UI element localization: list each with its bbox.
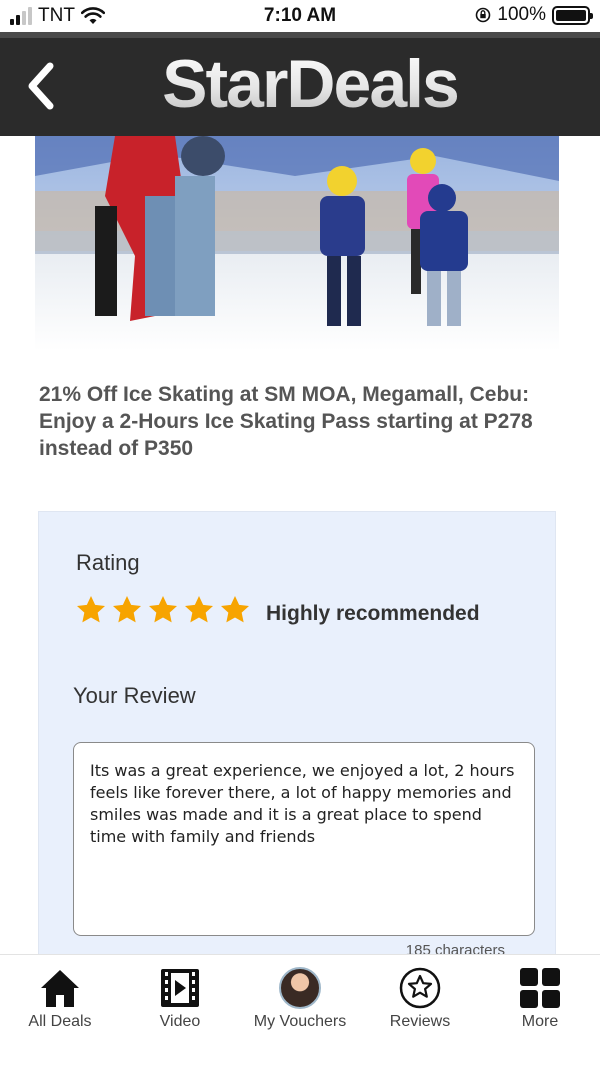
home-icon (41, 970, 79, 1007)
star-rating[interactable] (75, 594, 251, 626)
battery-percent: 100% (497, 4, 546, 25)
battery-icon (552, 5, 593, 25)
deal-image (35, 136, 559, 351)
star-icon[interactable] (75, 594, 107, 626)
chevron-left-icon (28, 62, 54, 110)
nav-label: All Deals (28, 1013, 92, 1030)
star-icon[interactable] (183, 594, 215, 626)
star-icon[interactable] (147, 594, 179, 626)
bottom-nav: All Deals Video My Vouchers Reviews More (0, 954, 600, 1067)
nav-label: Video (159, 1013, 201, 1030)
rotation-lock-icon (476, 7, 491, 23)
battery-group: 100% (475, 4, 593, 26)
nav-item-my-vouchers[interactable]: My Vouchers (240, 967, 360, 1031)
status-bar: TNT 7:10 AM 100% (0, 0, 600, 32)
review-textarea[interactable]: Its was a great experience, we enjoyed a… (73, 742, 535, 936)
nav-label: My Vouchers (253, 1013, 347, 1030)
nav-label: Reviews (389, 1013, 451, 1030)
nav-item-more[interactable]: More (480, 967, 600, 1031)
star-circle-icon (399, 967, 441, 1009)
character-count: 185 characters (405, 942, 505, 954)
video-icon (161, 969, 199, 1007)
grid-icon (520, 968, 560, 1008)
ice-skating-photo (35, 136, 559, 351)
star-icon[interactable] (219, 594, 251, 626)
nav-item-all-deals[interactable]: All Deals (0, 967, 120, 1031)
deal-title: 21% Off Ice Skating at SM MOA, Megamall,… (39, 383, 533, 460)
app-header: StarDeals (0, 32, 600, 136)
rating-label: Rating (76, 550, 140, 575)
brand-logo: StarDeals (162, 46, 460, 122)
nav-item-video[interactable]: Video (120, 967, 240, 1031)
rating-text: Highly recommended (266, 602, 480, 625)
main-content: 21% Off Ice Skating at SM MOA, Megamall,… (0, 136, 600, 954)
back-button[interactable] (22, 58, 62, 114)
review-form: Rating Highly recommended Your Review It… (38, 511, 556, 954)
star-icon[interactable] (111, 594, 143, 626)
avatar-icon (279, 967, 321, 1009)
nav-label: More (521, 1013, 559, 1030)
review-label: Your Review (73, 683, 196, 708)
nav-item-reviews[interactable]: Reviews (360, 967, 480, 1031)
